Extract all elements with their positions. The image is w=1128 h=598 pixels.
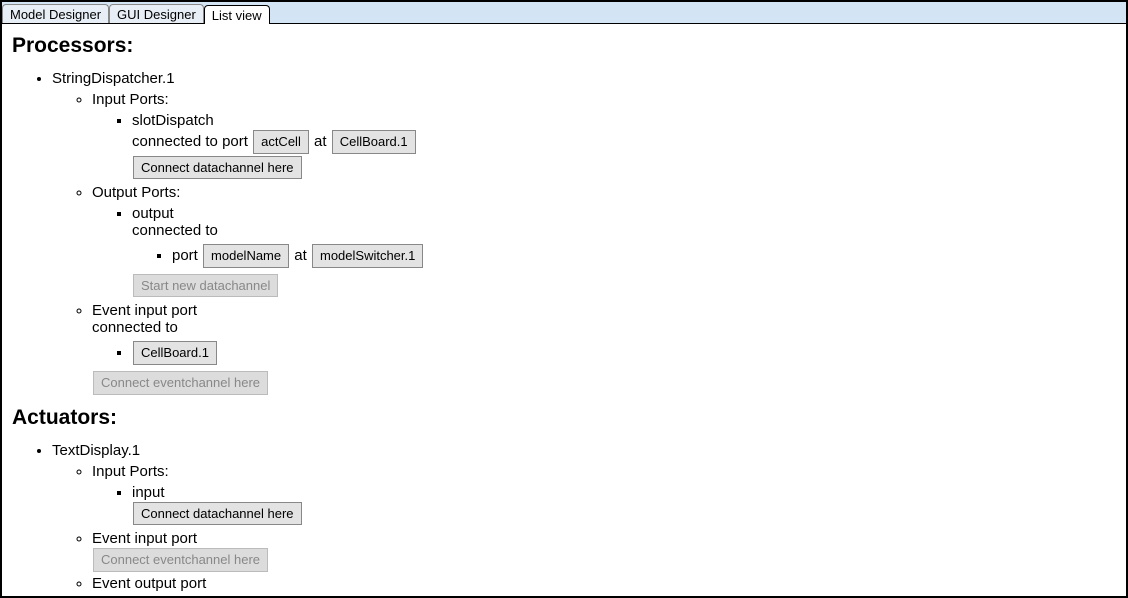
event-connected-component-button[interactable]: CellBoard.1 xyxy=(133,341,217,365)
port-label: port xyxy=(172,247,198,264)
connect-eventchannel-button[interactable]: Connect eventchannel here xyxy=(93,548,268,572)
output-ports-label: Output Ports: xyxy=(92,184,180,201)
tab-gui-designer[interactable]: GUI Designer xyxy=(109,4,204,23)
connected-component-button[interactable]: CellBoard.1 xyxy=(332,130,416,154)
actuator-name: TextDisplay.1 xyxy=(52,442,140,459)
input-port-name: slotDispatch xyxy=(132,112,214,129)
output-port-name: output xyxy=(132,205,174,222)
tab-bar: Model Designer GUI Designer List view xyxy=(2,2,1126,24)
connected-to-label: connected to xyxy=(132,222,218,239)
connected-to-label: connected to xyxy=(92,319,178,336)
input-ports-label: Input Ports: xyxy=(92,91,169,108)
heading-processors: Processors: xyxy=(12,34,1116,58)
connected-port-button[interactable]: actCell xyxy=(253,130,309,154)
at-label: at xyxy=(314,133,327,150)
event-input-port-label: Event input port xyxy=(92,530,197,547)
connected-component-button[interactable]: modelSwitcher.1 xyxy=(312,244,423,268)
connect-eventchannel-button[interactable]: Connect eventchannel here xyxy=(93,371,268,395)
app-window: Model Designer GUI Designer List view Pr… xyxy=(0,0,1128,598)
connected-port-button[interactable]: modelName xyxy=(203,244,289,268)
input-ports-label: Input Ports: xyxy=(92,463,169,480)
tab-model-designer[interactable]: Model Designer xyxy=(2,4,109,23)
event-input-port-label: Event input port xyxy=(92,302,197,319)
processor-name: StringDispatcher.1 xyxy=(52,70,175,87)
connect-datachannel-button[interactable]: Connect datachannel here xyxy=(133,156,302,180)
heading-actuators: Actuators: xyxy=(12,406,1116,430)
event-output-port-label: Event output port xyxy=(92,575,206,592)
input-port-name: input xyxy=(132,484,165,501)
connect-datachannel-button[interactable]: Connect datachannel here xyxy=(133,502,302,526)
start-new-datachannel-button[interactable]: Start new datachannel xyxy=(133,274,278,298)
tab-list-view[interactable]: List view xyxy=(204,5,270,24)
list-view-content[interactable]: Processors: StringDispatcher.1 Input Por… xyxy=(2,24,1126,596)
at-label: at xyxy=(294,247,307,264)
connected-to-port-label: connected to port xyxy=(132,133,248,150)
